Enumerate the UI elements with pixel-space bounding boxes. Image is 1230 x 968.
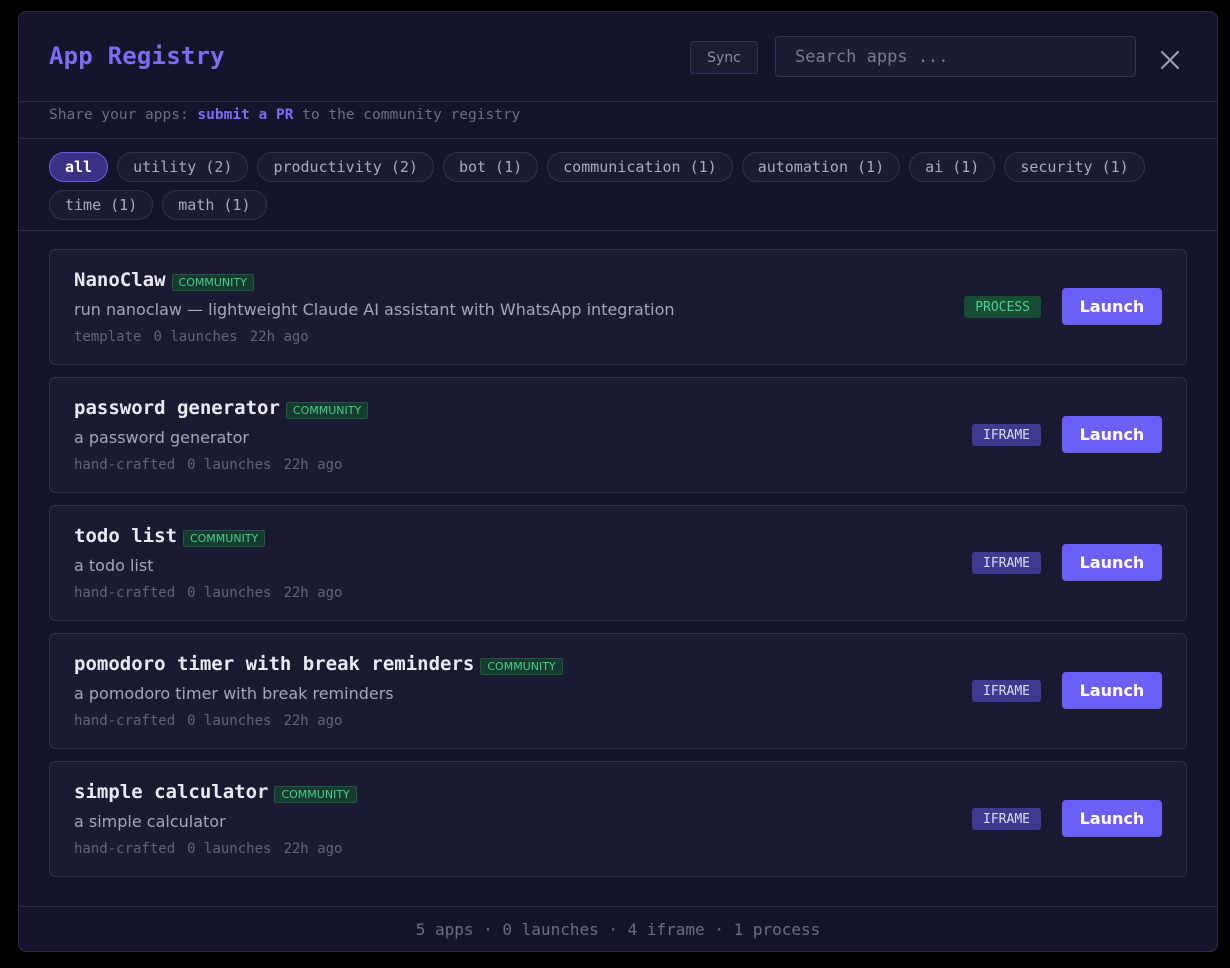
app-list: NanoClaw COMMUNITY run nanoclaw — lightw… xyxy=(49,249,1188,889)
share-prefix: Share your apps: xyxy=(49,107,198,123)
app-name: simple calculator xyxy=(74,781,269,803)
filter-chip-math[interactable]: math (1) xyxy=(162,190,267,220)
app-name: NanoClaw xyxy=(74,269,166,291)
app-launch-count: 0 launches xyxy=(187,457,272,473)
app-type-badge: IFRAME xyxy=(972,552,1041,574)
filter-chip-automation[interactable]: automation (1) xyxy=(741,152,901,182)
app-launch-count: 0 launches xyxy=(187,585,272,601)
app-name: pomodoro timer with break reminders xyxy=(74,653,475,675)
community-badge: COMMUNITY xyxy=(274,785,357,803)
app-description: a todo list xyxy=(74,556,154,575)
app-type-badge: IFRAME xyxy=(972,680,1041,702)
app-age: 22h ago xyxy=(283,841,343,857)
app-description: a simple calculator xyxy=(74,812,226,831)
share-suffix: to the community registry xyxy=(293,107,521,123)
app-launch-count: 0 launches xyxy=(187,713,272,729)
app-card: simple calculator COMMUNITY a simple cal… xyxy=(49,761,1187,877)
app-source: hand-crafted xyxy=(74,841,176,857)
app-meta: hand-crafted 0 launches 22h ago xyxy=(74,457,342,473)
app-card: pomodoro timer with break reminders COMM… xyxy=(49,633,1187,749)
category-filters: all utility (2) productivity (2) bot (1)… xyxy=(19,139,1217,231)
filter-chip-security[interactable]: security (1) xyxy=(1004,152,1145,182)
app-source: hand-crafted xyxy=(74,585,176,601)
app-type-badge: IFRAME xyxy=(972,424,1041,446)
filter-chip-all[interactable]: all xyxy=(49,152,109,182)
app-description: a password generator xyxy=(74,428,249,447)
filter-chip-ai[interactable]: ai (1) xyxy=(909,152,996,182)
community-badge: COMMUNITY xyxy=(171,273,254,291)
app-name: todo list xyxy=(74,525,177,547)
filter-chip-communication[interactable]: communication (1) xyxy=(547,152,733,182)
share-notice: Share your apps: submit a PR to the comm… xyxy=(19,102,1217,139)
app-name: password generator xyxy=(74,397,280,419)
community-badge: COMMUNITY xyxy=(182,529,266,547)
app-age: 22h ago xyxy=(249,329,309,345)
filter-chip-utility[interactable]: utility (2) xyxy=(117,152,249,182)
app-type-badge: IFRAME xyxy=(972,808,1041,830)
modal-header: App Registry Sync xyxy=(19,12,1217,102)
launch-button[interactable]: Launch xyxy=(1062,416,1162,453)
app-meta: template 0 launches 22h ago xyxy=(74,329,309,345)
registry-summary: 5 apps · 0 launches · 4 iframe · 1 proce… xyxy=(19,906,1217,951)
app-source: template xyxy=(74,329,142,345)
launch-button[interactable]: Launch xyxy=(1062,672,1162,709)
app-description: run nanoclaw — lightweight Claude AI ass… xyxy=(74,300,675,319)
app-age: 22h ago xyxy=(283,457,343,473)
filter-chip-bot[interactable]: bot (1) xyxy=(442,152,539,182)
app-age: 22h ago xyxy=(283,585,343,601)
community-badge: COMMUNITY xyxy=(480,657,563,675)
app-registry-modal: App Registry Sync Share your apps: submi… xyxy=(18,11,1218,952)
community-badge: COMMUNITY xyxy=(285,401,369,419)
app-type-badge: PROCESS xyxy=(964,296,1041,318)
close-icon[interactable] xyxy=(1158,48,1182,72)
search-input[interactable] xyxy=(775,36,1136,77)
app-card: todo list COMMUNITY a todo list hand-cra… xyxy=(49,505,1187,621)
app-age: 22h ago xyxy=(283,713,343,729)
page-title: App Registry xyxy=(49,42,225,70)
app-source: hand-crafted xyxy=(74,457,176,473)
app-meta: hand-crafted 0 launches 22h ago xyxy=(74,713,342,729)
app-launch-count: 0 launches xyxy=(153,329,238,345)
sync-button[interactable]: Sync xyxy=(690,41,758,74)
app-launch-count: 0 launches xyxy=(187,841,272,857)
launch-button[interactable]: Launch xyxy=(1062,288,1162,325)
app-card: password generator COMMUNITY a password … xyxy=(49,377,1187,493)
launch-button[interactable]: Launch xyxy=(1062,800,1162,837)
filter-chip-productivity[interactable]: productivity (2) xyxy=(257,152,434,182)
filter-chip-time[interactable]: time (1) xyxy=(49,190,154,220)
app-meta: hand-crafted 0 launches 22h ago xyxy=(74,841,342,857)
launch-button[interactable]: Launch xyxy=(1062,544,1162,581)
app-meta: hand-crafted 0 launches 22h ago xyxy=(74,585,342,601)
app-description: a pomodoro timer with break reminders xyxy=(74,684,394,703)
submit-pr-link[interactable]: submit a PR xyxy=(197,107,293,123)
app-card: NanoClaw COMMUNITY run nanoclaw — lightw… xyxy=(49,249,1187,365)
app-source: hand-crafted xyxy=(74,713,176,729)
